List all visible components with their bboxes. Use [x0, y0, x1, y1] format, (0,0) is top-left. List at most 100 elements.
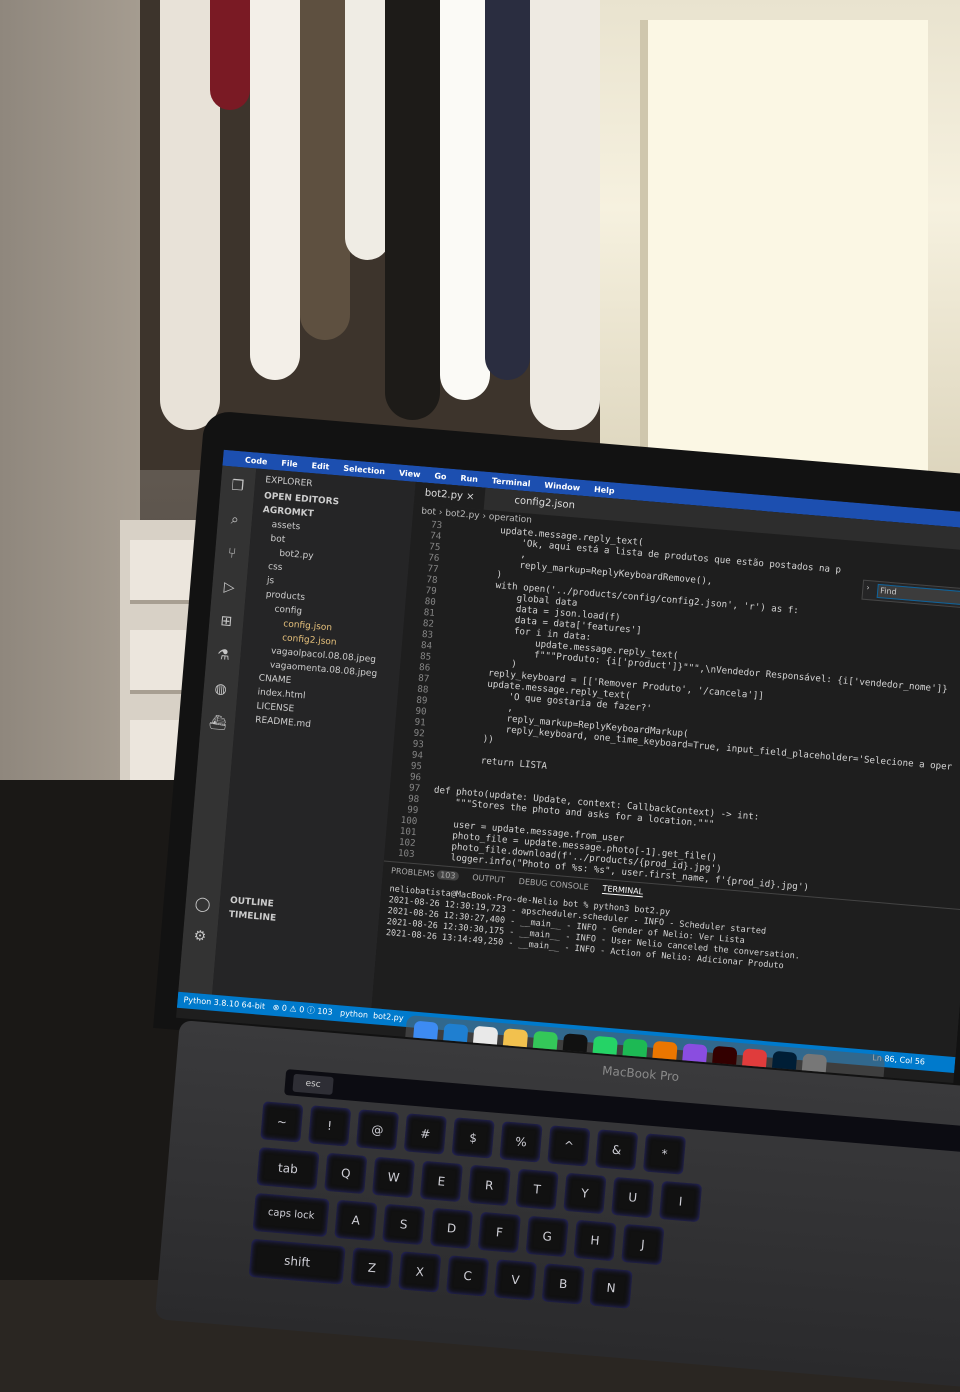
- json-icon[interactable]: ◍: [211, 680, 230, 699]
- key[interactable]: R: [467, 1164, 511, 1207]
- code-editor: bot2.py × config2.json bot › bot2.py › o…: [371, 481, 960, 1058]
- extensions-icon[interactable]: ⊞: [217, 612, 236, 631]
- tab-label: bot2.py: [424, 487, 464, 502]
- key[interactable]: H: [573, 1219, 617, 1262]
- breadcrumb-item[interactable]: bot: [421, 506, 437, 517]
- key[interactable]: G: [525, 1215, 569, 1258]
- tree-item-assets[interactable]: assets: [271, 520, 300, 532]
- account-icon[interactable]: ◯: [193, 895, 212, 914]
- tab-output[interactable]: OUTPUT: [472, 873, 505, 886]
- key[interactable]: !: [308, 1105, 352, 1147]
- key[interactable]: W: [372, 1156, 416, 1199]
- key[interactable]: A: [334, 1199, 378, 1242]
- tab-debug-console[interactable]: DEBUG CONSOLE: [518, 877, 589, 893]
- key[interactable]: C: [446, 1255, 490, 1297]
- key[interactable]: @: [355, 1109, 400, 1151]
- code-lines[interactable]: 73 update.message.reply_text(74 'Ok, aqu…: [384, 518, 960, 906]
- key[interactable]: #: [403, 1113, 447, 1155]
- chevron-right-icon[interactable]: ›: [866, 583, 870, 592]
- project-folder[interactable]: AGROMKT: [262, 505, 314, 519]
- problems-status[interactable]: ⊗ 0 ⚠ 0 ⓘ 103: [272, 1003, 333, 1017]
- key[interactable]: Q: [324, 1152, 368, 1195]
- laptop-lid: Code File Edit Selection View Go Run Ter…: [153, 410, 960, 1097]
- caps-lock-key[interactable]: caps lock: [252, 1192, 330, 1238]
- tree-item-license[interactable]: LICENSE: [256, 701, 294, 714]
- tree-item-cname[interactable]: CNAME: [258, 673, 291, 686]
- key[interactable]: F: [477, 1211, 521, 1254]
- key[interactable]: %: [499, 1121, 543, 1163]
- tree-item-config-json[interactable]: config.json: [283, 619, 332, 633]
- left-wall: [0, 0, 140, 900]
- run-debug-icon[interactable]: ▷: [219, 578, 238, 597]
- tree-item-config[interactable]: config: [274, 605, 302, 617]
- key[interactable]: U: [611, 1176, 655, 1219]
- menu-edit[interactable]: Edit: [311, 461, 329, 471]
- key[interactable]: N: [589, 1267, 633, 1309]
- explorer-icon[interactable]: ❐: [228, 476, 247, 495]
- menu-code[interactable]: Code: [245, 455, 268, 466]
- key[interactable]: J: [621, 1223, 665, 1266]
- tab-problems[interactable]: PROBLEMS 103: [391, 866, 459, 882]
- menu-window[interactable]: Window: [544, 480, 581, 492]
- tree-item-bot[interactable]: bot: [270, 534, 286, 545]
- breadcrumb-item[interactable]: bot2.py: [445, 508, 480, 521]
- close-icon[interactable]: ×: [466, 491, 475, 503]
- open-editors-section[interactable]: OPEN EDITORS: [264, 491, 340, 507]
- problems-badge: 103: [436, 870, 459, 881]
- esc-key[interactable]: esc: [292, 1073, 334, 1096]
- outline-section[interactable]: OUTLINE: [230, 896, 275, 910]
- python-interpreter[interactable]: Python 3.8.10 64-bit: [183, 995, 265, 1011]
- source-control-icon[interactable]: ⑂: [222, 544, 241, 563]
- tree-item-products[interactable]: products: [265, 590, 305, 603]
- explorer-header: EXPLORER: [264, 475, 313, 490]
- menu-view[interactable]: View: [399, 468, 421, 479]
- key[interactable]: I: [659, 1180, 703, 1223]
- menu-help[interactable]: Help: [594, 484, 615, 495]
- laptop-brand: MacBook Pro: [601, 1063, 680, 1084]
- tab-terminal[interactable]: TERMINAL: [602, 883, 644, 898]
- menu-selection[interactable]: Selection: [343, 463, 385, 475]
- menu-terminal[interactable]: Terminal: [492, 476, 531, 488]
- tab-key[interactable]: tab: [256, 1147, 320, 1190]
- tree-item-readme[interactable]: README.md: [255, 715, 311, 730]
- status-file: bot2.py: [372, 1011, 404, 1023]
- gear-icon[interactable]: ⚙: [190, 927, 209, 946]
- shift-key[interactable]: shift: [248, 1238, 346, 1285]
- wardrobe-closet: [140, 0, 600, 470]
- timeline-section[interactable]: TIMELINE: [228, 910, 276, 924]
- terminal-output[interactable]: neliobatista@MacBook-Pro-de-Nelio bot % …: [385, 884, 803, 973]
- key[interactable]: S: [382, 1203, 426, 1246]
- tree-item-bot2[interactable]: bot2.py: [279, 549, 314, 562]
- key[interactable]: Y: [563, 1172, 607, 1215]
- key[interactable]: E: [419, 1160, 463, 1203]
- key[interactable]: T: [515, 1168, 559, 1211]
- tree-item-index[interactable]: index.html: [257, 687, 306, 701]
- bright-doorway: [600, 0, 960, 520]
- tab-label: config2.json: [514, 495, 576, 512]
- key[interactable]: B: [541, 1263, 585, 1305]
- flask-icon[interactable]: ⚗: [214, 646, 233, 665]
- tree-item-js[interactable]: js: [267, 576, 275, 587]
- key[interactable]: ^: [547, 1125, 591, 1167]
- menu-file[interactable]: File: [281, 458, 298, 468]
- key[interactable]: D: [429, 1207, 474, 1250]
- tree-item-css[interactable]: css: [268, 562, 283, 573]
- key[interactable]: ~: [260, 1101, 304, 1143]
- language-mode[interactable]: python: [340, 1008, 369, 1019]
- menu-go[interactable]: Go: [434, 471, 447, 481]
- tree-item-config2-json[interactable]: config2.json: [282, 633, 337, 648]
- keyboard: ~ ! @ # $ % ^ & * tab Q W E R T Y U I ca…: [244, 1101, 960, 1390]
- laptop-base: MacBook Pro esc ~ ! @ # $ % ^ & * tab Q …: [154, 1020, 960, 1390]
- key[interactable]: $: [451, 1117, 495, 1159]
- laptop-screen: Code File Edit Selection View Go Run Ter…: [176, 449, 960, 1083]
- key[interactable]: *: [642, 1133, 687, 1175]
- search-icon[interactable]: ⌕: [225, 510, 244, 529]
- key[interactable]: X: [398, 1251, 442, 1293]
- menu-run[interactable]: Run: [460, 473, 478, 483]
- key[interactable]: &: [595, 1129, 639, 1171]
- docker-icon[interactable]: ⛴: [208, 713, 227, 732]
- key[interactable]: Z: [350, 1247, 394, 1289]
